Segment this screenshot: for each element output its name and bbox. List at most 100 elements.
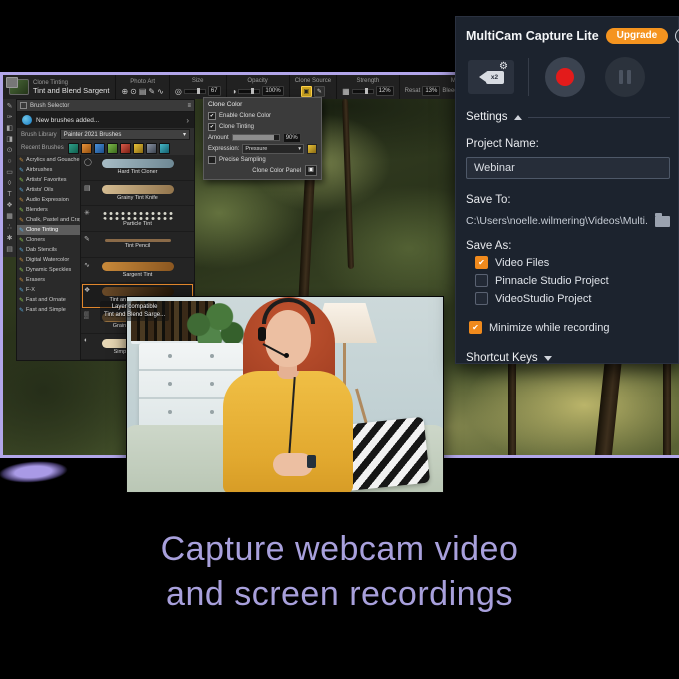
save-as-option-videostudio[interactable]: ✔ VideoStudio Project	[466, 291, 670, 306]
current-brush-info[interactable]: Clone Tinting Tint and Blend Sargent	[3, 75, 116, 99]
precise-sampling-option[interactable]: ✔ Precise Sampling	[208, 154, 317, 165]
panel-icon	[20, 102, 27, 109]
amount-slider[interactable]	[232, 134, 280, 141]
chevron-right-icon[interactable]: ›	[186, 116, 189, 125]
tool-brush-icon[interactable]: ✎	[7, 103, 13, 110]
save-as-option-pinnacle[interactable]: ✔ Pinnacle Studio Project	[466, 273, 670, 288]
brush-icon: ✎	[19, 197, 24, 204]
project-name-input[interactable]: Webinar	[466, 157, 670, 179]
capture-sources-button[interactable]: x2 ⚙	[468, 60, 514, 94]
panel-launch-icon[interactable]: ▣	[305, 165, 317, 176]
brush-category-item[interactable]: ✎Fast and Ornate	[17, 295, 80, 305]
project-name-label: Project Name:	[466, 138, 670, 150]
help-icon[interactable]: ?	[675, 28, 679, 44]
tool-text-icon[interactable]: T	[7, 191, 11, 198]
minimize-while-recording-option[interactable]: ✔ Minimize while recording	[466, 320, 670, 335]
checkbox[interactable]: ✔	[475, 274, 488, 287]
upgrade-button[interactable]: Upgrade	[606, 28, 669, 44]
opacity-slider[interactable]	[238, 89, 260, 94]
magnify-tool-icon[interactable]: ⊙	[130, 87, 137, 96]
recent-brush-icon[interactable]	[107, 143, 118, 154]
brush-variant-item[interactable]: ∿Sargent Tint	[81, 258, 194, 284]
expression-settings-icon[interactable]	[307, 144, 317, 154]
brush-category-item[interactable]: ✎Dynamic Speckles	[17, 265, 80, 275]
tool-grabber-icon[interactable]: ○	[7, 158, 11, 165]
clone-color-button[interactable]: ✎	[314, 86, 325, 97]
brush-category-item[interactable]: ✎Fast and Simple	[17, 305, 80, 315]
brush-category-item[interactable]: ✎Cloners	[17, 235, 80, 245]
tool-crop-icon[interactable]: ▭	[6, 169, 13, 176]
tool-magnifier-icon[interactable]: ⊙	[7, 147, 13, 154]
brush-icon: ✎	[19, 167, 24, 174]
tool-eraser-icon[interactable]: ◧	[6, 125, 13, 132]
tool-layers-icon[interactable]: ▤	[6, 246, 13, 253]
brush-category-item[interactable]: ✎Audio Expression	[17, 195, 80, 205]
brush-category-item[interactable]: ✎Artists' Oils	[17, 185, 80, 195]
clone-color-panel-button[interactable]: Clone Color Panel	[252, 168, 301, 174]
brush-variant-item[interactable]: ▤Grainy Tint Knife	[81, 181, 194, 207]
expression-dropdown[interactable]: Pressure ▾	[242, 144, 304, 154]
paper-tool-icon[interactable]: ▤	[139, 87, 147, 96]
checkbox[interactable]: ✔	[475, 292, 488, 305]
checkbox[interactable]: ✔	[475, 256, 488, 269]
size-slider[interactable]	[184, 89, 206, 94]
new-brushes-notification[interactable]: New brushes added... ›	[17, 112, 194, 128]
save-as-option-video-files[interactable]: ✔ Video Files	[466, 255, 670, 270]
recent-brush-icon[interactable]	[120, 143, 131, 154]
brush-variant-item[interactable]: ✳Particle Tint	[81, 206, 194, 232]
brush-category-item[interactable]: ✎Erasers	[17, 275, 80, 285]
brush-category-item[interactable]: ✎Digital Watercolor	[17, 255, 80, 265]
checkbox[interactable]: ✔	[469, 321, 482, 334]
pause-button[interactable]	[605, 57, 645, 97]
brush-selector-header[interactable]: Brush Selector ≡	[17, 100, 194, 112]
tool-dropper-icon[interactable]: ✑	[7, 114, 13, 121]
resat-value[interactable]: 13%	[422, 86, 440, 96]
brush-stroke-preview	[105, 239, 171, 242]
strength-slider[interactable]	[352, 89, 374, 94]
brush-category-item[interactable]: ✎Artists' Favorites	[17, 175, 80, 185]
recent-brush-icon[interactable]	[68, 143, 79, 154]
brush-variant-item[interactable]: ✎Tint Pencil	[81, 232, 194, 258]
tool-shapes-icon[interactable]: ❖	[6, 202, 12, 209]
brush-category-item[interactable]: ✎Blenders	[17, 205, 80, 215]
clone-tool-icon[interactable]: ⊕	[121, 87, 128, 96]
tool-divine-icon[interactable]: ✱	[7, 235, 13, 242]
tool-lasso-icon[interactable]: ◊	[8, 180, 11, 187]
enable-clone-color-option[interactable]: ✔ Enable Clone Color	[208, 110, 317, 121]
recent-brush-icon[interactable]	[133, 143, 144, 154]
opacity-section: Opacity ◑ 100%	[227, 75, 290, 99]
brush-category-item[interactable]: ✎Chalk, Pastel and Crayons	[17, 215, 80, 225]
recent-brush-icon[interactable]	[94, 143, 105, 154]
checkbox[interactable]: ✔	[208, 112, 216, 120]
hand-tool-icon[interactable]: ✎	[148, 87, 155, 96]
tool-mirror-icon[interactable]: ∴	[7, 224, 11, 231]
brush-category-item-selected[interactable]: ✎Clone Tinting	[17, 225, 80, 235]
stroke-tool-icon[interactable]: ∿	[157, 87, 164, 96]
brush-category-item[interactable]: ✎Airbrushes	[17, 165, 80, 175]
settings-toggle[interactable]: Settings	[466, 111, 670, 123]
brush-category-item[interactable]: ✎F-X	[17, 285, 80, 295]
strength-value[interactable]: 12%	[376, 86, 394, 96]
variant-icon: ◐	[84, 337, 88, 344]
panel-menu-icon[interactable]: ≡	[187, 103, 191, 109]
opacity-value[interactable]: 100%	[262, 86, 283, 96]
clone-tinting-option[interactable]: ✔ Clone Tinting	[208, 121, 317, 132]
amount-value[interactable]: 90%	[283, 133, 301, 143]
brush-variant-item[interactable]: ◯Hard Tint Cloner	[81, 155, 194, 181]
record-button[interactable]	[545, 57, 585, 97]
tool-pattern-icon[interactable]: ▦	[6, 213, 13, 220]
brush-library-dropdown[interactable]: Painter 2021 Brushes ▾	[60, 129, 190, 140]
checkbox[interactable]: ✔	[208, 123, 216, 131]
shortcut-keys-toggle[interactable]: Shortcut Keys	[466, 352, 670, 364]
recent-brush-icon[interactable]	[146, 143, 157, 154]
recent-brush-icon[interactable]	[81, 143, 92, 154]
folder-browse-icon[interactable]	[655, 216, 670, 227]
size-value[interactable]: 67	[208, 86, 221, 96]
checkbox[interactable]: ✔	[208, 156, 216, 164]
brush-category-item[interactable]: ✎Dab Stencils	[17, 245, 80, 255]
camera-count-badge: x2	[491, 74, 498, 81]
recent-brush-icon[interactable]	[159, 143, 170, 154]
tool-fill-icon[interactable]: ◨	[6, 136, 13, 143]
clone-source-button[interactable]: ▣	[301, 86, 312, 97]
brush-category-item[interactable]: ✎Acrylics and Gouache	[17, 155, 80, 165]
